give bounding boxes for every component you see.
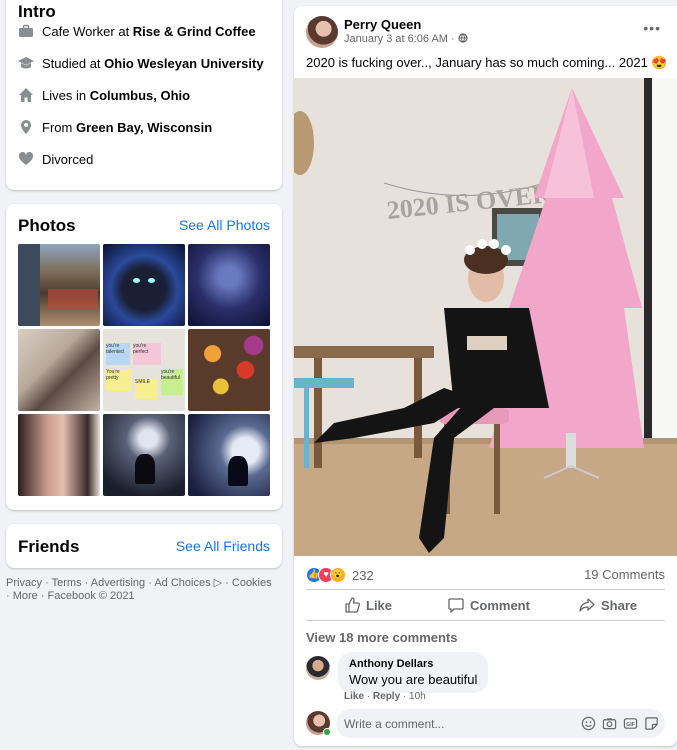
- sticker-icon[interactable]: [644, 716, 659, 731]
- intro-item-prefix: Divorced: [42, 151, 94, 167]
- graduation-cap-icon: [18, 57, 34, 69]
- photo-grid: you're talented you're perfect You're pr…: [18, 244, 270, 496]
- comment-label: Comment: [470, 597, 530, 613]
- intro-item-work: Cafe Worker at Rise & Grind Coffee: [18, 23, 256, 39]
- comment-like-link[interactable]: Like: [344, 691, 364, 702]
- intro-title: Intro: [18, 2, 56, 21]
- like-button[interactable]: Like: [344, 597, 392, 613]
- comments-count-link[interactable]: 19 Comments: [584, 567, 665, 582]
- post-text: 2020 is fucking over.., January has so m…: [306, 55, 668, 70]
- reaction-count[interactable]: 232: [352, 568, 374, 583]
- write-comment-input[interactable]: [344, 709, 564, 738]
- intro-item-education: Studied at Ohio Wesleyan University: [18, 55, 264, 71]
- see-all-friends-link[interactable]: See All Friends: [176, 538, 270, 554]
- photo-thumbnail-flowers[interactable]: [188, 329, 270, 411]
- photo-thumbnail-cafe[interactable]: [18, 244, 100, 326]
- post-time-text[interactable]: January 3 at 6:06 AM ·: [344, 33, 458, 45]
- comment-time[interactable]: 10h: [409, 691, 426, 702]
- like-label: Like: [366, 597, 393, 613]
- comment-bubble-icon: [448, 598, 464, 613]
- photo-thumbnail-selfie[interactable]: [18, 414, 100, 496]
- intro-item-bold[interactable]: Columbus, Ohio: [90, 88, 190, 103]
- photos-card: Photos See All Photos you're talented yo…: [6, 204, 282, 510]
- comment-meta: Like · Reply · 10h: [344, 691, 426, 702]
- poster-avatar[interactable]: [306, 16, 338, 48]
- camera-icon[interactable]: [602, 716, 617, 731]
- sticky-note: you're talented: [106, 343, 130, 365]
- emoji-icon[interactable]: [581, 716, 596, 731]
- comment-text: Wow you are beautiful: [349, 672, 478, 687]
- sticky-note: SMILE: [135, 379, 157, 399]
- intro-item-prefix: From: [42, 119, 76, 135]
- heart-icon: [18, 151, 34, 165]
- intro-item-bold[interactable]: Ohio Wesleyan University: [104, 56, 263, 71]
- post-photo-illustration: 2020 IS OVER: [294, 78, 677, 556]
- home-icon: [19, 88, 33, 102]
- photo-thumbnail-night-forest[interactable]: [188, 244, 270, 326]
- comment-composer[interactable]: GIF: [336, 709, 665, 738]
- footer-links[interactable]: Privacy · Terms · Advertising · Ad Choic…: [6, 577, 276, 603]
- divider: [306, 620, 665, 621]
- gif-icon[interactable]: GIF: [623, 716, 638, 731]
- photo-thumbnail-moon-cat[interactable]: [103, 414, 185, 496]
- share-label: Share: [601, 597, 638, 613]
- post-photo[interactable]: 2020 IS OVER: [294, 78, 677, 556]
- intro-item-prefix: Lives in: [42, 87, 90, 103]
- sticky-note: You're pretty: [106, 369, 132, 391]
- comment-button[interactable]: Comment: [448, 597, 530, 613]
- view-more-comments-link[interactable]: View 18 more comments: [306, 630, 458, 645]
- briefcase-icon: [19, 24, 33, 37]
- intro-item-lives: Lives in Columbus, Ohio: [18, 87, 190, 103]
- friends-title: Friends: [18, 537, 80, 556]
- globe-icon: [458, 33, 468, 43]
- more-options-button[interactable]: •••: [643, 20, 661, 36]
- photos-title: Photos: [18, 216, 76, 235]
- comment-reply-link[interactable]: Reply: [373, 691, 400, 702]
- svg-text:GIF: GIF: [626, 722, 635, 728]
- post-timestamp[interactable]: January 3 at 6:06 AM ·: [344, 33, 468, 45]
- poster-name[interactable]: Perry Queen: [344, 17, 421, 32]
- intro-card: Intro Cafe Worker at Rise & Grind Coffee…: [6, 0, 282, 190]
- sticky-note: you're perfect: [133, 343, 161, 365]
- share-button[interactable]: Share: [579, 597, 637, 613]
- photo-thumbnail-black-cat[interactable]: [103, 244, 185, 326]
- comment-author-name[interactable]: Anthony Dellars: [349, 658, 477, 670]
- location-pin-icon: [21, 120, 31, 134]
- share-arrow-icon: [579, 598, 595, 612]
- intro-item-bold[interactable]: Rise & Grind Coffee: [133, 24, 256, 39]
- commenter-avatar[interactable]: [306, 656, 330, 680]
- comment-bubble: Anthony Dellars Wow you are beautiful: [338, 652, 489, 693]
- divider: [306, 589, 665, 590]
- sticky-note: you're beautiful: [161, 369, 183, 395]
- friends-card: Friends See All Friends: [6, 524, 282, 568]
- wow-reaction-icon: 😮: [330, 567, 346, 583]
- intro-item-prefix: Studied at: [42, 55, 105, 71]
- online-status-dot: [323, 728, 331, 736]
- post-card: Perry Queen January 3 at 6:06 AM · ••• 2…: [294, 6, 677, 746]
- intro-item-relationship: Divorced: [18, 151, 93, 167]
- photo-thumbnail-moon-silhouette[interactable]: [188, 414, 270, 496]
- intro-item-from: From Green Bay, Wisconsin: [18, 119, 212, 135]
- intro-item-bold[interactable]: Green Bay, Wisconsin: [76, 120, 212, 135]
- photo-thumbnail-cat-blanket[interactable]: [18, 329, 100, 411]
- photo-thumbnail-sticky-notes[interactable]: you're talented you're perfect You're pr…: [103, 329, 185, 411]
- current-user-avatar[interactable]: [306, 711, 331, 736]
- reaction-summary[interactable]: 👍 ♥ 😮 232: [306, 567, 374, 583]
- intro-item-prefix: Cafe Worker at: [42, 23, 133, 39]
- thumbs-up-icon: [345, 597, 360, 613]
- see-all-photos-link[interactable]: See All Photos: [179, 217, 270, 233]
